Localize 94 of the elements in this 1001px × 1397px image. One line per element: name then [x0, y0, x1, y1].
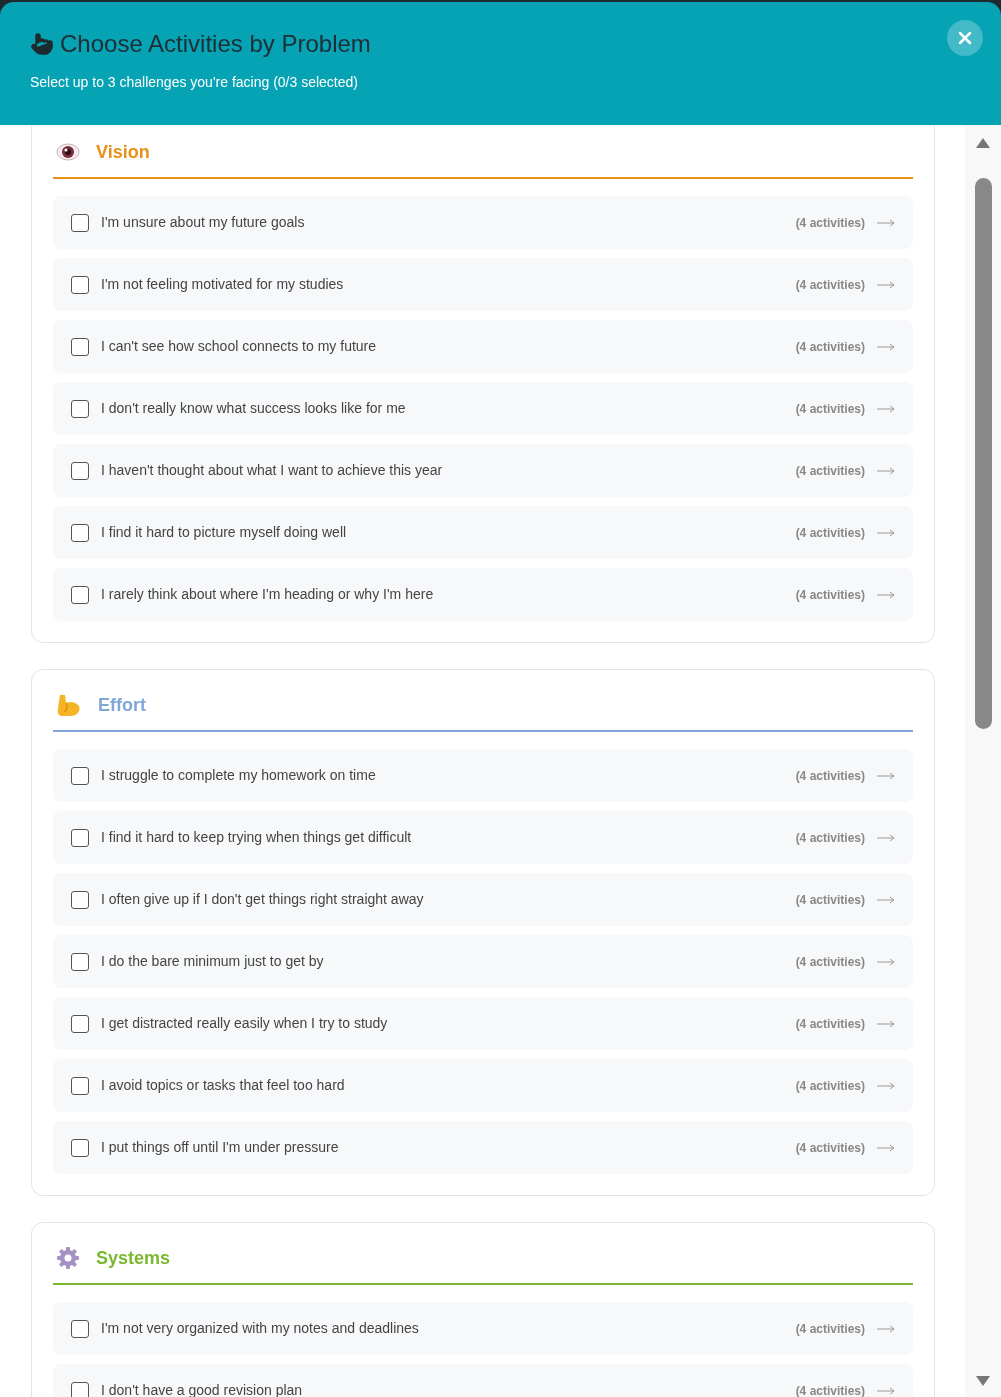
activity-count: (4 activities) — [795, 1139, 865, 1157]
arrow-icon — [877, 771, 895, 780]
problem-text: I'm unsure about my future goals — [101, 213, 305, 232]
scrollbar[interactable] — [965, 125, 1001, 1397]
problem-option[interactable]: I don't really know what success looks like for me (4 activities) — [53, 382, 913, 435]
problem-text: I haven't thought about what I want to achieve this year — [101, 461, 443, 480]
category-heading: Vision — [96, 140, 150, 164]
problem-option[interactable]: I'm not feeling motivated for my studies (4 activities) — [53, 258, 913, 311]
arrow-icon — [877, 1019, 895, 1028]
checkbox[interactable] — [71, 275, 89, 294]
checkbox[interactable] — [71, 1381, 89, 1397]
activity-count: (4 activities) — [795, 1382, 865, 1397]
arrow-icon — [877, 1386, 895, 1395]
checkbox[interactable] — [71, 461, 89, 480]
problem-option[interactable]: I put things off until I'm under pressure (4 activities) — [53, 1121, 913, 1174]
problem-text: I'm not very organized with my notes and deadlines — [101, 1319, 419, 1338]
problem-option[interactable]: I avoid topics or tasks that feel too hard (4 activities) — [53, 1059, 913, 1112]
arrow-icon — [877, 957, 895, 966]
problem-option[interactable]: I struggle to complete my homework on time (4 activities) — [53, 749, 913, 802]
arrow-icon — [877, 833, 895, 842]
scrollbar-thumb[interactable] — [974, 178, 992, 729]
problem-text: I don't really know what success looks like for me — [101, 399, 406, 418]
checkbox[interactable] — [71, 1014, 89, 1033]
arrow-icon — [877, 404, 895, 413]
activity-count: (4 activities) — [795, 1015, 865, 1033]
problem-text: I find it hard to keep trying when things get difficult — [101, 828, 412, 847]
problem-option[interactable]: I haven't thought about what I want to achieve this year (4 activities) — [53, 444, 913, 497]
problem-text: I get distracted really easily when I try to study — [101, 1014, 388, 1033]
arrow-icon — [877, 1143, 895, 1152]
flexed-arm-icon — [56, 693, 82, 717]
arrow-icon — [877, 1324, 895, 1333]
problem-text: I don't have a good revision plan — [101, 1381, 303, 1397]
activity-count: (4 activities) — [795, 767, 865, 785]
activity-count: (4 activities) — [795, 338, 865, 356]
dialog-subtitle: Select up to 3 challenges you're facing (0/3 selected) — [30, 73, 359, 92]
problem-option[interactable]: I can't see how school connects to my future (4 activities) — [53, 320, 913, 373]
activity-count: (4 activities) — [795, 1320, 865, 1338]
category-heading: Effort — [98, 693, 146, 717]
activity-count: (4 activities) — [795, 829, 865, 847]
checkbox[interactable] — [71, 890, 89, 909]
close-button[interactable] — [947, 20, 983, 56]
checkbox[interactable] — [71, 1076, 89, 1095]
checkbox[interactable] — [71, 1138, 89, 1157]
activity-count: (4 activities) — [795, 1077, 865, 1095]
checkbox[interactable] — [71, 213, 89, 232]
arrow-icon — [877, 1081, 895, 1090]
activity-count: (4 activities) — [795, 214, 865, 232]
problem-option[interactable]: I rarely think about where I'm heading or why I'm here (4 activities) — [53, 568, 913, 621]
problem-text: I put things off until I'm under pressure — [101, 1138, 339, 1157]
checkbox[interactable] — [71, 766, 89, 785]
checkbox[interactable] — [71, 828, 89, 847]
activity-count: (4 activities) — [795, 953, 865, 971]
activity-count: (4 activities) — [795, 891, 865, 909]
problem-option[interactable]: I often give up if I don't get things right straight away (4 activities) — [53, 873, 913, 926]
arrow-icon — [877, 895, 895, 904]
problem-option[interactable]: I get distracted really easily when I try to study (4 activities) — [53, 997, 913, 1050]
arrow-icon — [877, 280, 895, 289]
dialog-title: Choose Activities by Problem — [60, 29, 371, 59]
problem-text: I can't see how school connects to my future — [101, 337, 377, 356]
problem-option[interactable]: I find it hard to keep trying when things get difficult (4 activities) — [53, 811, 913, 864]
problem-text: I rarely think about where I'm heading or why I'm here — [101, 585, 434, 604]
scroll-up-icon[interactable] — [976, 138, 990, 148]
gear-icon — [56, 1246, 80, 1270]
scroll-down-icon[interactable] — [976, 1376, 990, 1386]
problem-text: I find it hard to picture myself doing well — [101, 523, 347, 542]
checkbox[interactable] — [71, 399, 89, 418]
activity-count: (4 activities) — [795, 586, 865, 604]
problem-text: I'm not feeling motivated for my studies — [101, 275, 344, 294]
pointing-hand-icon — [30, 32, 54, 56]
checkbox[interactable] — [71, 337, 89, 356]
arrow-icon — [877, 590, 895, 599]
arrow-icon — [877, 342, 895, 351]
activity-count: (4 activities) — [795, 462, 865, 480]
problem-option[interactable]: I'm not very organized with my notes and deadlines (4 activities) — [53, 1302, 913, 1355]
activity-count: (4 activities) — [795, 524, 865, 542]
arrow-icon — [877, 218, 895, 227]
problem-option[interactable]: I do the bare minimum just to get by (4 activities) — [53, 935, 913, 988]
checkbox[interactable] — [71, 585, 89, 604]
category-heading: Systems — [96, 1246, 171, 1270]
arrow-icon — [877, 466, 895, 475]
problem-option[interactable]: I don't have a good revision plan (4 activities) — [53, 1364, 913, 1397]
problem-text: I avoid topics or tasks that feel too hard — [101, 1076, 345, 1095]
problem-option[interactable]: I find it hard to picture myself doing well (4 activities) — [53, 506, 913, 559]
problem-text: I often give up if I don't get things right straight away — [101, 890, 424, 909]
problem-text: I do the bare minimum just to get by — [101, 952, 324, 971]
checkbox[interactable] — [71, 952, 89, 971]
eye-icon — [56, 143, 80, 161]
activity-count: (4 activities) — [795, 400, 865, 418]
arrow-icon — [877, 528, 895, 537]
activity-count: (4 activities) — [795, 276, 865, 294]
problem-text: I struggle to complete my homework on time — [101, 766, 376, 785]
problem-option[interactable]: I'm unsure about my future goals (4 activities) — [53, 196, 913, 249]
checkbox[interactable] — [71, 1319, 89, 1338]
checkbox[interactable] — [71, 523, 89, 542]
